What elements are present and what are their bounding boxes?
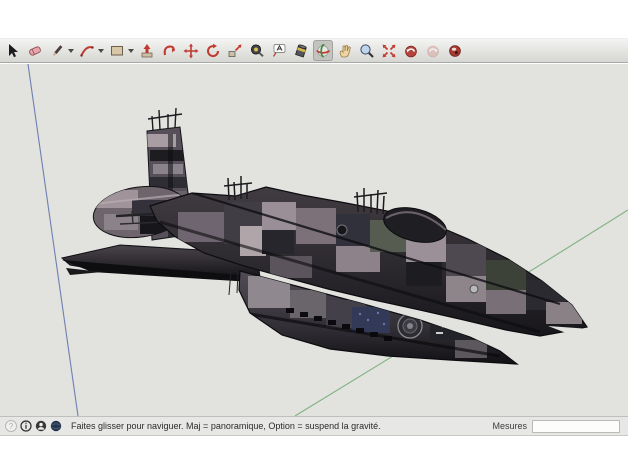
status-bar: ? Faites glisser pour naviguer. Maj = pa… [0, 416, 628, 436]
info-circle-icon[interactable] [20, 420, 32, 432]
move-tool-icon[interactable] [181, 40, 201, 61]
viewport-canvas[interactable] [0, 64, 628, 416]
pan-tool-icon[interactable] [335, 40, 355, 61]
blue-axis [27, 64, 79, 416]
spaceship-model-scene [27, 64, 628, 416]
measurements-label: Mesures [492, 421, 527, 431]
spaceship-model [60, 107, 590, 365]
green-axis-left [294, 355, 394, 416]
paint-bucket-tool-icon[interactable] [291, 40, 311, 61]
help-circle-icon[interactable]: ? [5, 420, 17, 432]
line-tool-icon[interactable] [47, 40, 67, 61]
measurements-input[interactable] [532, 419, 620, 433]
line-tool-dropdown-caret[interactable] [68, 48, 74, 53]
arc-tool-icon[interactable] [77, 40, 97, 61]
person-circle-icon[interactable] [35, 420, 47, 432]
status-message: Faites glisser pour naviguer. Maj = pano… [71, 421, 381, 431]
look-around-icon[interactable] [445, 40, 465, 61]
orbit-tool-icon[interactable] [313, 40, 333, 61]
tape-measure-tool-icon[interactable] [247, 40, 267, 61]
push-pull-tool-icon[interactable] [137, 40, 157, 61]
zoom-tool-icon[interactable] [357, 40, 377, 61]
rectangle-tool-icon[interactable] [107, 40, 127, 61]
next-view-icon[interactable] [423, 40, 443, 61]
select-tool-icon[interactable] [3, 40, 23, 61]
previous-view-icon[interactable] [401, 40, 421, 61]
arc-tool-dropdown-caret[interactable] [98, 48, 104, 53]
rotate-tool-icon[interactable] [203, 40, 223, 61]
main-toolbar [0, 38, 628, 63]
rectangle-tool-dropdown-caret[interactable] [128, 48, 134, 53]
zoom-extents-icon[interactable] [379, 40, 399, 61]
sketchup-window: ? Faites glisser pour naviguer. Maj = pa… [0, 0, 628, 472]
globe-circle-icon[interactable] [50, 420, 62, 432]
text-tool-icon[interactable] [269, 40, 289, 61]
follow-me-tool-icon[interactable] [159, 40, 179, 61]
scale-tool-icon[interactable] [225, 40, 245, 61]
eraser-tool-icon[interactable] [25, 40, 45, 61]
